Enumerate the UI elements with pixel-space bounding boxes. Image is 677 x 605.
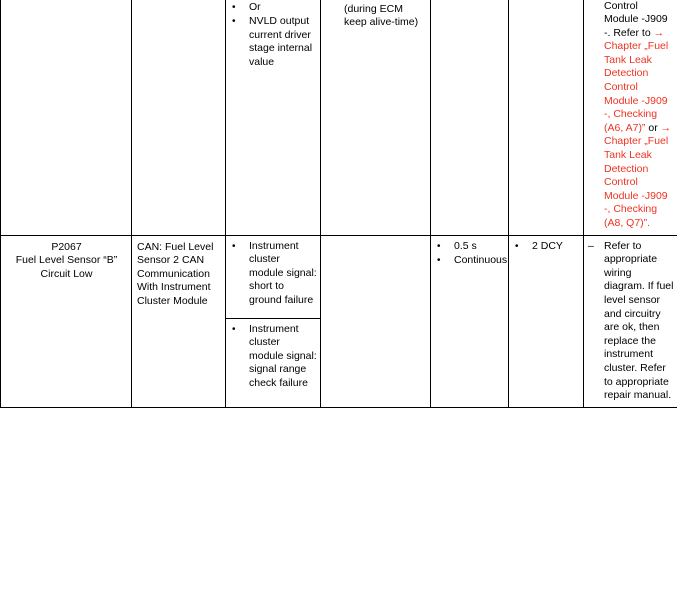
cell-repair-instructions: – Check the Fuel Tank Leak Detection Con… (583, 0, 677, 236)
detection-sub-cell: • Instrument cluster module signal: signa… (226, 319, 320, 405)
cell-dtc-code: P2067 Fuel Level Sensor “B” Circuit Low (0, 234, 132, 408)
list-item-label: Instrument cluster module signal: signal… (249, 322, 317, 389)
list-item: • Continuous (435, 254, 508, 268)
repair-text: Refer to appropriate wiring diagram. If … (604, 240, 673, 402)
repair-plain-text: cluster. Refer (604, 361, 666, 374)
list-item-label: NVLD output current driver stage interna… (249, 15, 313, 68)
list-item: • 2 DCY (513, 240, 580, 254)
bullet-icon: • (327, 0, 331, 3)
dtc-fault-table: Detection Control Module -J909 -, Checki… (0, 0, 677, 408)
repair-plain-text: replace the (604, 334, 656, 347)
cell-test-conditions (320, 234, 431, 408)
detection-list: •NVLD output temperature > 160.0 – 200.0… (226, 0, 320, 73)
repair-link-text[interactable]: Leak (629, 149, 652, 161)
repair-plain-text: to appropriate (604, 375, 669, 388)
repair-link-text[interactable]: -, Checking (604, 108, 657, 120)
document-page: Detection Control Module -J909 -, Checki… (0, 0, 677, 605)
repair-item: – Refer to appropriate wiring diagram. I… (587, 240, 674, 403)
bullet-icon: • (437, 240, 441, 252)
list-item: • Or (230, 1, 317, 15)
dtc-code: P2067 (51, 240, 82, 253)
repair-plain-text: repair (604, 389, 631, 402)
test-conditions-list: •Case 1:•Ignition on•Case 2:•Ignition of… (321, 0, 430, 34)
list-item-label: Or (249, 0, 261, 13)
list-item: • Instrument cluster module signal: short… (230, 240, 317, 308)
repair-plain-text: appropriate (604, 253, 658, 266)
table-row: P2067 Fuel Level Sensor “B” Circuit Low … (0, 234, 677, 408)
repair-text: Check the Fuel Tank Leak Detection Contr… (604, 0, 671, 229)
dash-marker: – (588, 239, 594, 252)
repair-plain-text: -. Refer to (604, 26, 651, 39)
cell-detection-conditions: •NVLD output temperature > 160.0 – 200.0… (225, 0, 321, 236)
bullet-icon: • (515, 240, 519, 252)
list-item-label: 2 DCY (532, 239, 563, 252)
repair-link-text[interactable]: Module -J909 (604, 95, 668, 107)
repair-link-text[interactable]: -, Checking (604, 203, 657, 215)
fault-storage-list: • 2 DCY (509, 236, 583, 258)
bullet-icon: • (232, 1, 236, 13)
repair-plain-text: Refer to (604, 239, 642, 252)
list-item-label: Instrument cluster module signal: short … (249, 239, 317, 306)
cell-repair-instructions: – Refer to appropriate wiring diagram. I… (583, 234, 677, 408)
cell-test-conditions: •Case 1:•Ignition on•Case 2:•Ignition of… (320, 0, 431, 236)
cell-detection-conditions: • Instrument cluster module signal: short… (225, 234, 321, 408)
cell-fault-type: CAN: Fuel Level Sensor 2 CAN Communicati… (131, 234, 226, 408)
cell-dtc-code: P2027 EVAP Fuel Vapor Temperature Sensor… (0, 0, 132, 236)
cell-fault-type: Smart Temperature Sensor Short To Batter… (131, 0, 226, 236)
cell-test-time: •0.5 s•Continuous (430, 0, 509, 236)
detection-list: • Instrument cluster module signal: signa… (226, 319, 320, 395)
fault-type-text: CAN: Fuel Level Sensor 2 CAN Communicati… (137, 240, 214, 307)
test-time-list: • 0.5 s • Continuous (431, 236, 508, 272)
repair-plain-text: Control (604, 0, 638, 12)
dtc-description: EVAP Fuel Vapor Temperature Sensor Circu… (6, 0, 127, 1)
repair-link-text[interactable]: Module -J909 (604, 190, 668, 202)
bullet-icon: • (232, 16, 236, 28)
repair-plain-text: ok, then (622, 321, 660, 334)
repair-plain-text: or (648, 121, 658, 134)
table-row: P2027 EVAP Fuel Vapor Temperature Sensor… (0, 0, 677, 236)
repair-link-text[interactable]: Control (604, 176, 638, 188)
bullet-icon: • (232, 323, 236, 335)
repair-plain-text: manual. (633, 389, 672, 402)
repair-plain-text: diagram. If (604, 280, 654, 293)
list-item-label: Continuous (454, 254, 508, 267)
repair-plain-text: Module -J909 (604, 13, 668, 26)
repair-plain-text: instrument (604, 348, 654, 361)
list-item: • 0.5 s (435, 240, 505, 254)
cell-fault-storage: • 2 DCY (508, 234, 584, 408)
list-item-label: 0.5 s (454, 239, 477, 252)
repair-link-text[interactable]: (A8, Q7)”. (604, 217, 650, 229)
repair-plain-text: wiring (604, 266, 632, 279)
dtc-description: Fuel Level Sensor “B” Circuit Low (15, 254, 118, 280)
repair-link-text[interactable]: (A6, A7)” (604, 122, 645, 134)
detection-sub-cell: • Instrument cluster module signal: short… (226, 236, 320, 319)
list-item: • Instrument cluster module signal: signa… (230, 323, 317, 391)
repair-link-text[interactable]: Leak (629, 54, 652, 66)
bullet-icon: • (437, 255, 441, 267)
bullet-icon: • (232, 240, 236, 252)
detection-list: • Instrument cluster module signal: short… (226, 236, 320, 312)
cell-test-time: • 0.5 s • Continuous (430, 234, 509, 408)
list-item-label: Ignition off (during ECM keep alive-time… (344, 0, 419, 29)
cell-fault-storage: •2 DCY (508, 0, 584, 236)
repair-list: – Refer to appropriate wiring diagram. I… (584, 236, 677, 407)
repair-link-text[interactable]: Detection (604, 163, 648, 175)
repair-item: – Check the Fuel Tank Leak Detection Con… (587, 0, 674, 231)
fault-type-text: Smart Temperature Sensor Short To Batter… (132, 0, 225, 6)
repair-list: – Check the Fuel Tank Leak Detection Con… (584, 0, 677, 235)
repair-link-text[interactable]: Control (604, 81, 638, 93)
repair-link-text[interactable]: Detection (604, 67, 648, 79)
list-item: • Ignition off (during ECM keep alive-tim… (325, 0, 427, 30)
list-item: • NVLD output current driver stage intern… (230, 15, 317, 69)
